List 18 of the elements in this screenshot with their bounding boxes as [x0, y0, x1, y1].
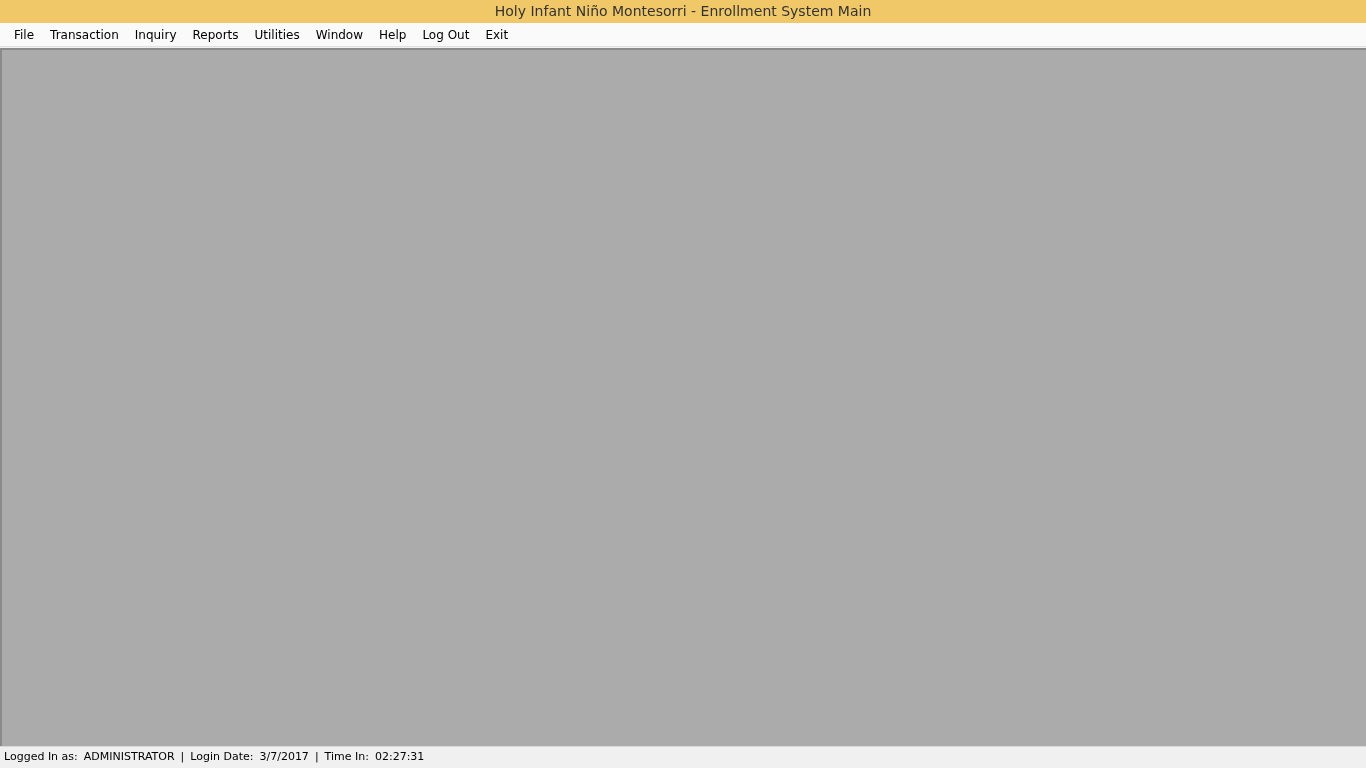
- menu-item[interactable]: Help: [371, 24, 415, 45]
- status-label: Login Date:: [190, 749, 254, 766]
- menu-item[interactable]: Window: [307, 24, 372, 45]
- status-separator: |: [180, 749, 185, 766]
- menu-item[interactable]: Transaction: [42, 24, 127, 45]
- status-label: Logged In as:: [4, 749, 78, 766]
- menu-item[interactable]: Reports: [184, 24, 247, 45]
- menu-item[interactable]: Log Out: [414, 24, 478, 45]
- status-separator: |: [314, 749, 319, 766]
- status-value: 3/7/2017: [259, 749, 309, 766]
- menu-item[interactable]: Inquiry: [126, 24, 185, 45]
- menu-item[interactable]: File: [6, 24, 43, 45]
- status-label: Time In:: [324, 749, 369, 766]
- menu-item[interactable]: Utilities: [246, 24, 308, 45]
- status-value: 02:27:31: [374, 749, 425, 766]
- status-value: ADMINISTRATOR: [83, 749, 175, 766]
- menu-item[interactable]: Exit: [477, 24, 517, 45]
- window-title: Holy Infant Niño Montesorri - Enrollment System Main: [494, 2, 872, 21]
